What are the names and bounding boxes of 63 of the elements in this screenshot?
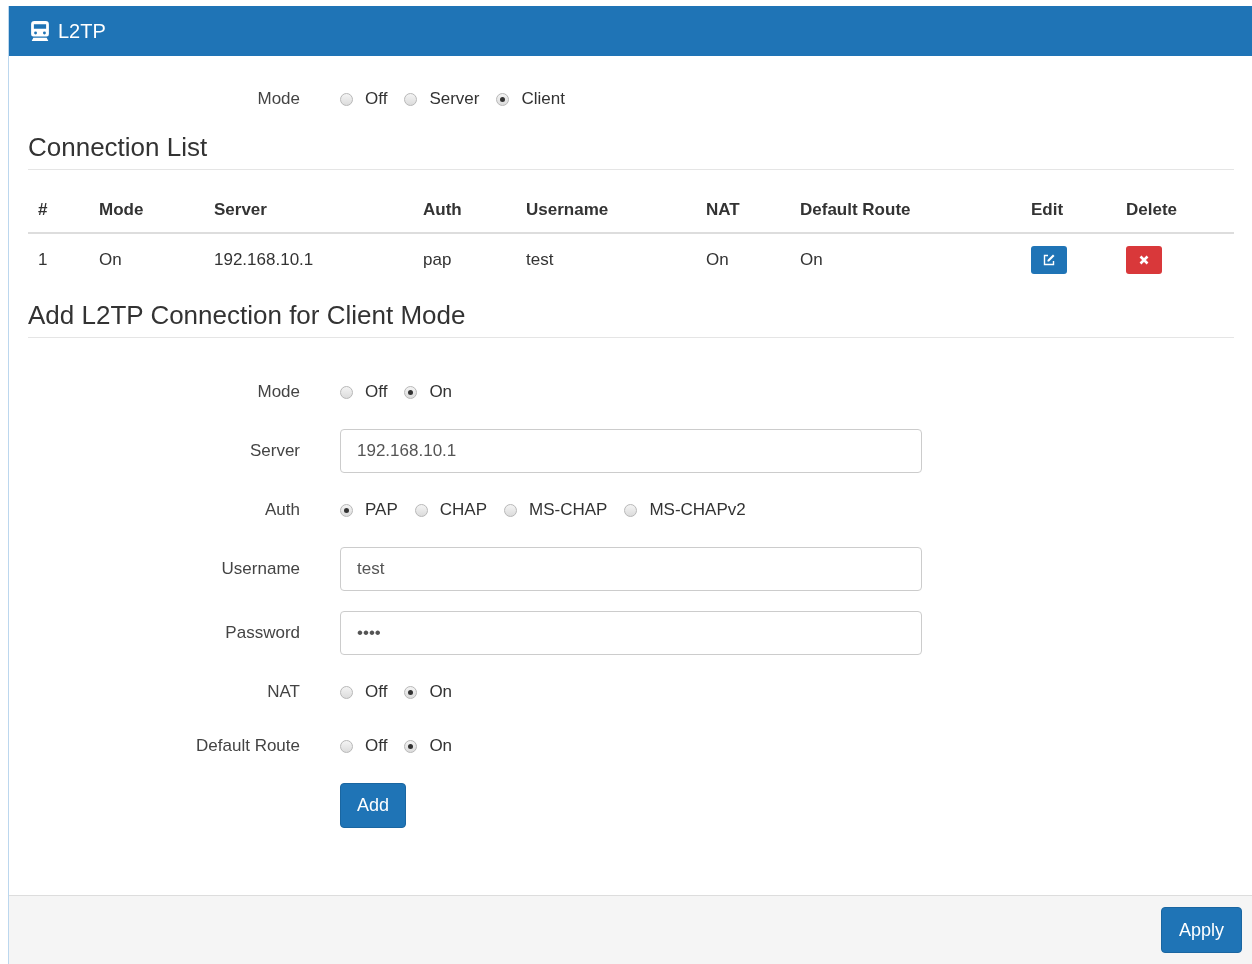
radio-label[interactable]: Off (365, 89, 388, 109)
column-header: Delete (1126, 200, 1179, 220)
table-cell-text: On (706, 250, 730, 270)
table-cell-text: test (526, 250, 555, 270)
radio-button[interactable] (624, 503, 638, 517)
radio-label[interactable]: On (429, 736, 453, 756)
radio-button[interactable] (504, 503, 517, 517)
field-label: Username (220, 559, 301, 579)
radio-label[interactable]: Off (365, 736, 388, 756)
radio-label[interactable]: On (429, 682, 453, 702)
apply-button[interactable]: Apply (1160, 907, 1242, 953)
delete-button[interactable] (1126, 246, 1162, 274)
edit-icon (1043, 254, 1055, 266)
radio-label[interactable]: CHAP (439, 500, 487, 520)
radio-label[interactable]: Off (365, 682, 388, 702)
column-header: Server (214, 200, 268, 220)
radio-button[interactable] (340, 92, 353, 106)
input-field[interactable]: test (340, 547, 922, 591)
field-label: Server (248, 441, 301, 461)
section-heading: Connection List (28, 132, 1234, 170)
radio-button[interactable] (404, 685, 418, 699)
radio-label[interactable]: MS-CHAP (529, 500, 608, 520)
column-header: Mode (99, 200, 145, 220)
radio-button[interactable] (404, 385, 418, 399)
radio-label[interactable]: Off (365, 382, 388, 402)
input-field[interactable]: 192.168.10.1 (340, 429, 922, 473)
radio-button[interactable] (340, 739, 353, 753)
field-label: Auth (264, 500, 301, 520)
radio-label[interactable]: On (429, 382, 453, 402)
radio-label[interactable]: PAP (365, 500, 398, 520)
section-heading: Add L2TP Connection for Client Mode (28, 300, 1234, 338)
column-header: Auth (423, 200, 463, 220)
train-icon (31, 21, 49, 41)
table-cell-text: 1 (38, 250, 49, 270)
column-header: NAT (706, 200, 741, 220)
radio-button[interactable] (340, 503, 353, 517)
field-label: Default Route (195, 736, 301, 756)
radio-button[interactable] (404, 92, 418, 106)
table-cell-text: pap (423, 250, 453, 270)
input-field[interactable]: •••• (340, 611, 922, 655)
field-label: NAT (266, 682, 301, 702)
radio-button[interactable] (340, 385, 353, 399)
column-header: Username (526, 200, 610, 220)
radio-button[interactable] (496, 92, 510, 106)
field-label: Mode (256, 89, 301, 109)
radio-label[interactable]: Server (429, 89, 480, 109)
table-cell-text: On (99, 250, 123, 270)
column-header: Default Route (800, 200, 912, 220)
radio-button[interactable] (414, 503, 428, 517)
add-button[interactable]: Add (340, 783, 407, 828)
radio-label[interactable]: Client (521, 89, 565, 109)
field-label: Password (224, 623, 301, 643)
close-icon (1139, 255, 1149, 265)
table-cell-text: On (800, 250, 824, 270)
edit-button[interactable] (1031, 246, 1067, 274)
column-header: # (38, 200, 49, 220)
field-label: Mode (256, 382, 301, 402)
table-cell-text: 192.168.10.1 (214, 250, 315, 270)
panel-title: L2TP (58, 19, 106, 43)
radio-label[interactable]: MS-CHAPv2 (649, 500, 746, 520)
column-header: Edit (1031, 200, 1065, 220)
radio-button[interactable] (340, 685, 353, 699)
radio-button[interactable] (404, 739, 418, 753)
